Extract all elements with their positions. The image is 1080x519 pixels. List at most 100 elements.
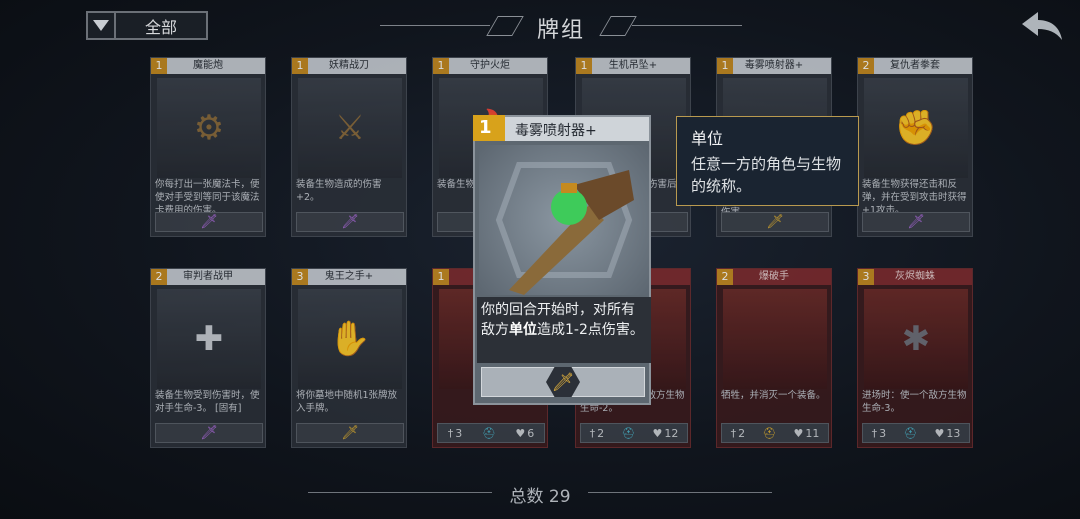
dagger-icon: 🗡: [341, 214, 359, 230]
card-item[interactable]: 审判者战甲 2 ✚ 装备生物受到伤害时，使对手生命-3。 [固有] 🗡: [150, 268, 266, 448]
card-cost: 1: [433, 269, 449, 285]
card-item[interactable]: 妖精战刀 1 ⚔ 装备生物造成的伤害+2。 🗡: [291, 57, 407, 237]
card-footer: † 3 ⛑ ♥ 13: [862, 423, 970, 443]
selected-card-art: [479, 145, 649, 295]
card-art: ✱: [864, 289, 968, 389]
health-value: 11: [805, 426, 820, 440]
card-desc: 装备生物受到伤害时，使对手生命-3。 [固有]: [155, 390, 260, 414]
attack-stat: † 2: [730, 426, 746, 440]
dropdown-triangle-icon[interactable]: [88, 13, 116, 38]
keyword-tooltip: 单位 任意一方的角色与生物的统称。: [676, 116, 859, 206]
card-footer: 🗡: [296, 212, 404, 232]
total-divider-right: [588, 492, 772, 493]
card-name: 魔能炮: [151, 58, 265, 74]
sprayer-icon: [495, 162, 634, 295]
card-cost: 1: [576, 58, 592, 74]
card-name: 灰烬蜘蛛: [858, 269, 972, 285]
attack-stat: † 2: [589, 426, 605, 440]
title-divider-right: [632, 25, 742, 26]
card-name: 审判者战甲: [151, 269, 265, 285]
gauntlet-icon: ✊: [894, 108, 938, 148]
health-stat: ♥ 11: [793, 426, 820, 440]
cannon-icon: ⚙: [193, 108, 225, 148]
filter-dropdown[interactable]: 全部: [86, 11, 208, 40]
card-desc: 装备生物造成的伤害+2。: [296, 179, 382, 203]
page-title: 牌组: [536, 18, 585, 43]
card-footer: 🗡: [721, 212, 829, 232]
card-item[interactable]: 灰烬蜘蛛 3 ✱ 进场时：使一个敌方生物生命-3。 † 3 ⛑ ♥ 13: [857, 268, 973, 448]
health-value: 6: [527, 426, 535, 440]
selected-card-desc: 你的回合开始时，对所有敌方单位造成1-2点伤害。: [477, 297, 651, 363]
selected-card-detail[interactable]: 1 毒雾喷射器+ 你的回合开始时，对所有敌方单位造成1-2点伤害。 🗡: [473, 115, 651, 405]
helmet-icon: ⛑: [621, 426, 636, 440]
attack-value: 2: [597, 426, 605, 440]
deck-total-bar: 总数 29: [308, 480, 772, 507]
scimitar-icon: ⚔: [334, 108, 366, 148]
card-footer: 🗡: [862, 212, 970, 232]
title-bar: 牌组: [380, 8, 742, 44]
card-art: ✋: [298, 289, 402, 389]
card-item[interactable]: 复仇者拳套 2 ✊ 装备生物获得还击和反弹，并在受到攻击时获得+1攻击。 🗡: [857, 57, 973, 237]
card-item[interactable]: 魔能炮 1 ⚙ 你每打出一张魔法卡，便使对手受到等同于该魔法卡费用的伤害。 🗡: [150, 57, 266, 237]
dagger-icon: 🗡: [766, 214, 784, 230]
card-footer: 🗡: [155, 423, 263, 443]
card-cost: 3: [858, 269, 874, 285]
attack-value: 3: [879, 426, 887, 440]
dagger-icon: 🗡: [341, 425, 359, 441]
attack-value: 2: [738, 426, 746, 440]
card-footer: † 3 ⛑ ♥ 6: [437, 423, 545, 443]
card-desc: 将你墓地中随机1张牌放入手牌。: [296, 390, 398, 414]
health-value: 12: [664, 426, 679, 440]
attack-value: 3: [455, 426, 463, 440]
card-name: 鬼王之手+: [292, 269, 406, 285]
dagger-icon: 🗡: [200, 214, 218, 230]
back-arrow-icon[interactable]: [1020, 10, 1064, 42]
deck-screen: 全部 牌组 魔能炮 1 ⚙ 你每打出一张魔法卡，便使对手受到等同于该魔法卡费用的…: [0, 0, 1080, 519]
helmet-icon: ⛑: [762, 426, 777, 440]
deck-total: 总数 29: [509, 487, 571, 507]
attack-stat: † 3: [871, 426, 887, 440]
card-desc: 进场时：使一个敌方生物生命-3。: [862, 390, 967, 414]
helmet-icon: ⛑: [481, 426, 496, 440]
card-cost: 3: [292, 269, 308, 285]
card-cost: 1: [433, 58, 449, 74]
card-cost: 2: [717, 269, 733, 285]
dagger-icon: 🗡: [200, 425, 218, 441]
card-footer: † 2 ⛑ ♥ 12: [580, 423, 688, 443]
card-name: 妖精战刀: [292, 58, 406, 74]
card-item[interactable]: 爆破手 2 牺牲，并消灭一个装备。 † 2 ⛑ ♥ 11: [716, 268, 832, 448]
card-name: 守护火炬: [433, 58, 547, 74]
ghost-hand-icon: ✋: [328, 319, 372, 359]
card-art: ⚙: [157, 78, 261, 178]
card-name: 毒雾喷射器+: [717, 58, 831, 74]
health-value: 13: [946, 426, 961, 440]
filter-label: 全部: [144, 17, 177, 37]
card-art: [723, 289, 827, 389]
card-footer: 🗡: [155, 212, 263, 232]
card-cost: 1: [151, 58, 167, 74]
dagger-icon: 🗡: [907, 214, 925, 230]
attack-stat: † 3: [447, 426, 463, 440]
desc-text-post: 造成1-2点伤害。: [537, 322, 644, 338]
card-desc: 牺牲，并消灭一个装备。: [721, 390, 826, 401]
card-art: ✊: [864, 78, 968, 178]
card-name: 复仇者拳套: [858, 58, 972, 74]
health-stat: ♥ 12: [652, 426, 679, 440]
card-name: 生机吊坠+: [576, 58, 690, 74]
health-stat: ♥ 6: [515, 426, 535, 440]
card-art: ⚔: [298, 78, 402, 178]
card-cost: 2: [858, 58, 874, 74]
card-cost: 2: [151, 269, 167, 285]
tooltip-title: 单位: [691, 129, 724, 148]
dagger-icon: 🗡: [546, 367, 580, 397]
card-art: ✚: [157, 289, 261, 389]
desc-keyword-link[interactable]: 单位: [509, 322, 537, 338]
card-item[interactable]: 鬼王之手+ 3 ✋ 将你墓地中随机1张牌放入手牌。 🗡: [291, 268, 407, 448]
armor-icon: ✚: [194, 319, 224, 359]
card-footer: 🗡: [296, 423, 404, 443]
card-name: 爆破手: [717, 269, 831, 285]
selected-card-footer: 🗡: [481, 367, 645, 397]
card-cost: 1: [292, 58, 308, 74]
health-stat: ♥ 13: [934, 426, 961, 440]
helmet-icon: ⛑: [903, 426, 918, 440]
